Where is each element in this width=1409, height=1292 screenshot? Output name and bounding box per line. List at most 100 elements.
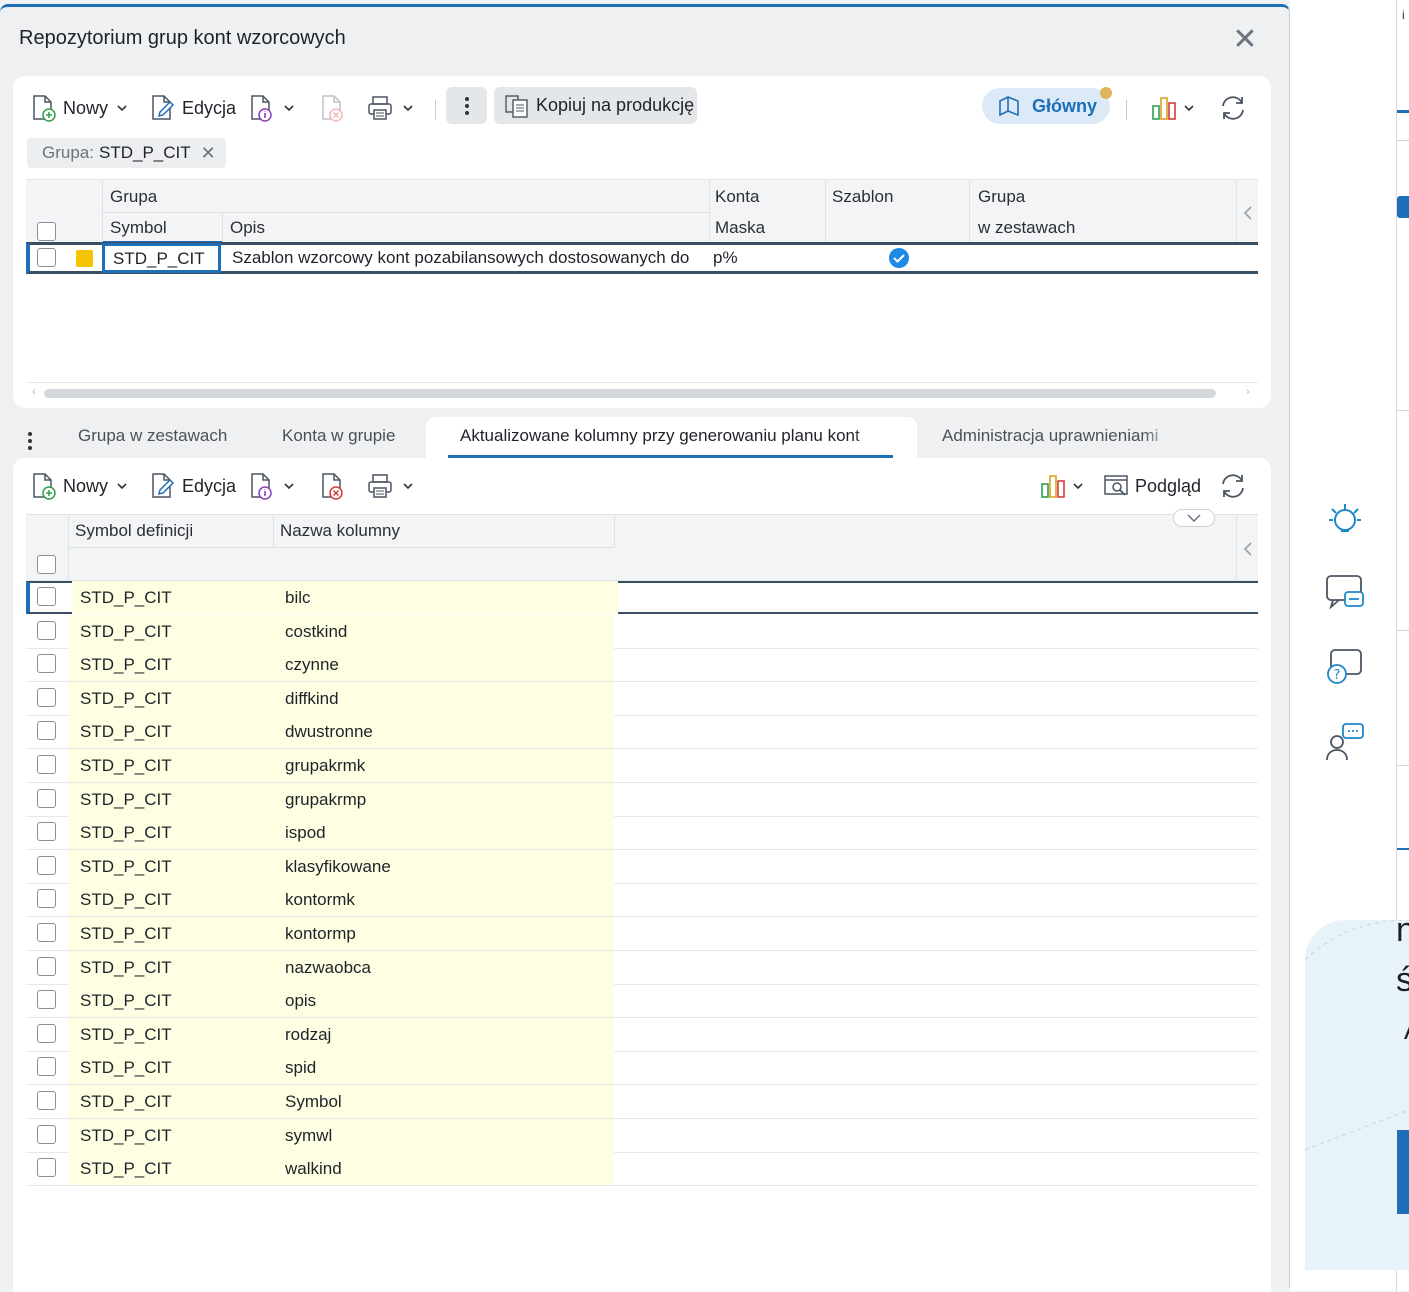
scrollbar-thumb[interactable]: [44, 389, 1216, 398]
tab-group-in-sets[interactable]: Grupa w zestawach: [78, 426, 227, 446]
row-checkbox[interactable]: [37, 822, 56, 841]
chart-button[interactable]: [1151, 90, 1195, 126]
chat-icon[interactable]: [1323, 570, 1367, 614]
consultant-icon[interactable]: [1323, 720, 1367, 764]
horizontal-scrollbar[interactable]: ‹ ›: [26, 382, 1258, 398]
table-row[interactable]: STD_P_CIT ispod: [26, 816, 1258, 850]
header-column-name[interactable]: Nazwa kolumny: [280, 521, 400, 541]
print-button[interactable]: [366, 468, 414, 504]
select-all-checkbox[interactable]: [37, 222, 56, 241]
row-checkbox[interactable]: [37, 990, 56, 1009]
row-checkbox[interactable]: [37, 957, 56, 976]
chevron-down-icon[interactable]: [116, 480, 128, 492]
column-name-cell[interactable]: [277, 581, 618, 614]
header-symbol[interactable]: Symbol: [110, 218, 167, 238]
chevron-down-icon[interactable]: [283, 480, 295, 492]
row-checkbox[interactable]: [37, 1158, 56, 1177]
chevron-down-icon[interactable]: [402, 480, 414, 492]
row-checkbox[interactable]: [37, 654, 56, 673]
refresh-button[interactable]: [1218, 468, 1248, 504]
refresh-button[interactable]: [1218, 90, 1248, 126]
table-row[interactable]: STD_P_CIT opis: [26, 984, 1258, 1018]
table-row[interactable]: STD_P_CIT czynne: [26, 648, 1258, 682]
row-checkbox[interactable]: [37, 889, 56, 908]
header-template[interactable]: Szablon: [832, 187, 893, 207]
header-in-sets[interactable]: w zestawach: [978, 218, 1075, 238]
remove-filter-icon[interactable]: ✕: [201, 143, 216, 164]
chevron-down-icon[interactable]: [283, 102, 295, 114]
row-checkbox[interactable]: [37, 923, 56, 942]
header-definition-symbol[interactable]: Symbol definicji: [75, 521, 193, 541]
table-row[interactable]: STD_P_CIT klasyfikowane: [26, 850, 1258, 884]
chevron-down-icon[interactable]: [1183, 102, 1195, 114]
select-all-checkbox[interactable]: [37, 555, 56, 574]
lightbulb-icon[interactable]: [1323, 496, 1367, 540]
scroll-left-icon[interactable]: [1236, 180, 1258, 245]
info-button[interactable]: [249, 90, 295, 126]
table-row[interactable]: STD_P_CIT grupakrmk: [26, 749, 1258, 783]
close-icon[interactable]: ✕: [1229, 25, 1261, 57]
table-row[interactable]: STD_P_CIT kontormk: [26, 883, 1258, 917]
print-button[interactable]: [366, 90, 414, 126]
row-checkbox[interactable]: [37, 587, 56, 606]
table-row[interactable]: STD_P_CIT dwustronne: [26, 715, 1258, 749]
row-checkbox[interactable]: [37, 755, 56, 774]
main-view-button[interactable]: Główny: [982, 88, 1110, 124]
row-checkbox[interactable]: [37, 1057, 56, 1076]
tab-accounts-in-group[interactable]: Konta w grupie: [282, 426, 395, 446]
new-button[interactable]: Nowy: [31, 90, 128, 126]
more-options-button[interactable]: [446, 87, 487, 124]
chevron-down-icon[interactable]: [402, 102, 414, 114]
table-row[interactable]: STD_P_CIT rodzaj: [26, 1018, 1258, 1052]
column-name-cell[interactable]: [273, 1051, 614, 1084]
preview-button[interactable]: Podgląd: [1103, 468, 1201, 504]
table-row[interactable]: STD_P_CIT diffkind: [26, 682, 1258, 716]
scroll-right-arrow-icon[interactable]: ›: [1246, 386, 1250, 398]
chevron-down-icon[interactable]: [1072, 480, 1084, 492]
row-checkbox[interactable]: [37, 248, 56, 267]
chart-button[interactable]: [1040, 468, 1084, 504]
symbol-cell[interactable]: STD_P_CIT: [102, 243, 221, 273]
row-checkbox[interactable]: [37, 856, 56, 875]
table-row[interactable]: STD_P_CIT costkind: [26, 615, 1258, 649]
row-checkbox[interactable]: [37, 1091, 56, 1110]
header-mask[interactable]: Maska: [715, 218, 765, 238]
new-button[interactable]: Nowy: [31, 468, 128, 504]
delete-button[interactable]: [320, 90, 346, 126]
edit-document-icon: [150, 94, 176, 122]
table-row[interactable]: STD_P_CIT Symbol: [26, 1085, 1258, 1119]
table-row[interactable]: STD_P_CIT bilc: [26, 581, 1258, 614]
row-checkbox[interactable]: [37, 1125, 56, 1144]
tabs-menu-icon[interactable]: [27, 431, 33, 451]
info-button[interactable]: [249, 468, 295, 504]
scroll-left-icon[interactable]: [1236, 515, 1258, 582]
table-row[interactable]: STD_P_CIT walkind: [26, 1152, 1258, 1186]
help-chat-icon[interactable]: ?: [1323, 644, 1367, 688]
table-row[interactable]: STD_P_CIT kontormp: [26, 917, 1258, 951]
table-row[interactable]: STD_P_CIT grupakrmp: [26, 783, 1258, 817]
table-row[interactable]: STD_P_CIT spid: [26, 1051, 1258, 1085]
groups-panel: Nowy Edycja Kopiuj na produkcję Główny G…: [13, 76, 1271, 408]
row-checkbox[interactable]: [37, 721, 56, 740]
header-description[interactable]: Opis: [230, 218, 265, 238]
symbol-value: STD_P_CIT: [113, 249, 205, 268]
tab-permissions[interactable]: Administracja uprawnieniami: [942, 426, 1174, 446]
row-checkbox[interactable]: [37, 789, 56, 808]
table-row[interactable]: STD_P_CIT nazwaobca: [26, 951, 1258, 985]
chevron-down-icon[interactable]: [116, 102, 128, 114]
copy-to-production-button[interactable]: Kopiuj na produkcję: [494, 87, 697, 124]
tab-updated-columns[interactable]: Aktualizowane kolumny przy generowaniu p…: [460, 426, 883, 446]
edit-button[interactable]: Edycja: [150, 468, 236, 504]
scroll-left-arrow-icon[interactable]: ‹: [32, 386, 36, 398]
expand-filter-icon[interactable]: [1173, 509, 1215, 527]
column-name-cell[interactable]: [273, 984, 614, 1017]
definition-symbol-value: STD_P_CIT: [80, 1126, 172, 1145]
delete-button[interactable]: [320, 468, 346, 504]
edit-button[interactable]: Edycja: [150, 90, 236, 126]
table-row[interactable]: STD_P_CIT symwl: [26, 1119, 1258, 1153]
row-checkbox[interactable]: [37, 1024, 56, 1043]
row-checkbox[interactable]: [37, 621, 56, 640]
table-row[interactable]: STD_P_CIT Szablon wzorcowy kont pozabila…: [26, 242, 1258, 274]
row-checkbox[interactable]: [37, 688, 56, 707]
column-divider: [68, 515, 69, 582]
